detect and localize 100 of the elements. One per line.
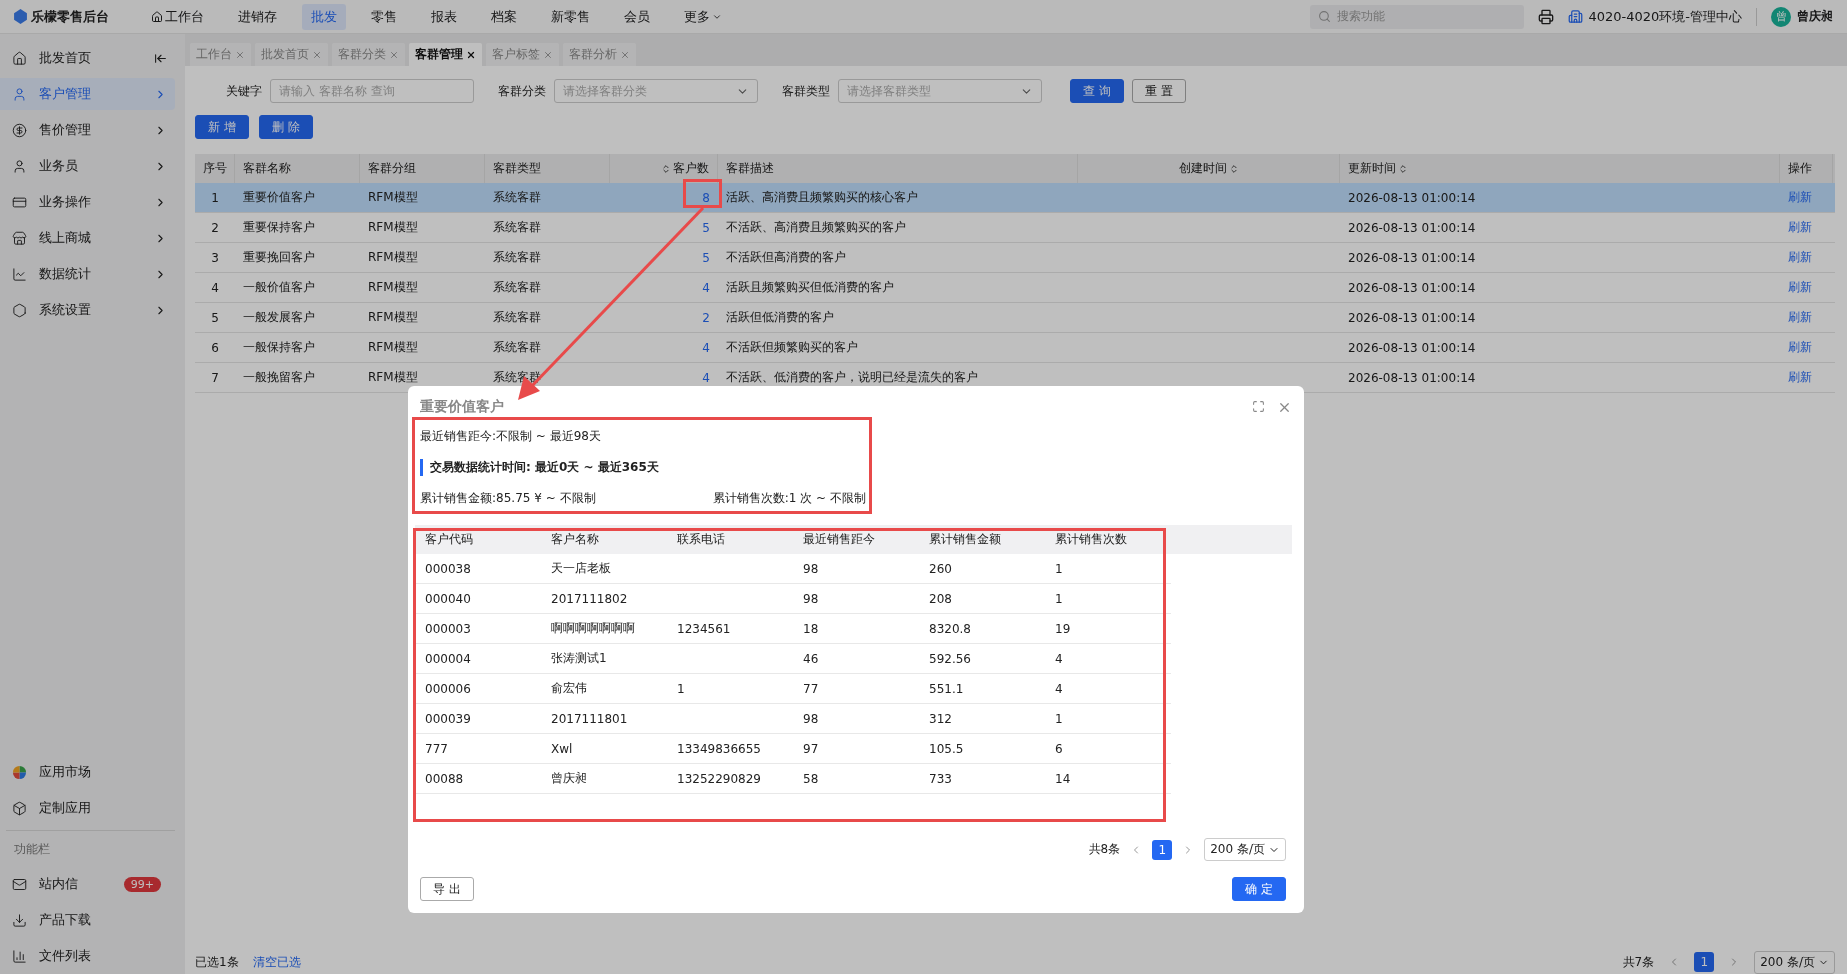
table-cell-text: 重要挽回客户 — [242, 249, 316, 266]
table-cell-text: 重要价值客户 — [242, 189, 316, 206]
user-name[interactable]: 曾庆昶 — [1797, 8, 1833, 25]
page-size-select[interactable]: 200 条/页 — [1204, 838, 1286, 861]
page-number[interactable]: 1 — [1152, 839, 1173, 860]
table-cell: 1 — [1045, 554, 1171, 584]
table-cell: 张涛测试1 — [541, 644, 667, 674]
table-cell-text: 不活跃、高消费且频繁购买的客户 — [725, 219, 907, 236]
sidebar-item[interactable]: 客户管理 — [0, 78, 175, 110]
export-button[interactable]: 导 出 — [420, 877, 474, 901]
hexagon-icon — [12, 302, 27, 318]
filter-label: 客群类型 — [781, 82, 831, 100]
refresh-link[interactable]: 刷新 — [1780, 333, 1833, 362]
sidebar-item[interactable]: 线上商城 — [0, 222, 175, 254]
table-cell: 13252290829 — [667, 764, 793, 794]
fullscreen-icon[interactable] — [1252, 399, 1265, 413]
nav-tab[interactable]: 更多 — [675, 3, 731, 30]
sidebar-item[interactable]: 系统设置 — [0, 294, 175, 326]
table-cell: 俞宏伟 — [541, 674, 667, 704]
printer-icon[interactable] — [1538, 8, 1555, 25]
refresh-link[interactable]: 刷新 — [1780, 213, 1833, 242]
sort-icon[interactable] — [661, 163, 671, 174]
table-cell: 777 — [415, 734, 541, 764]
table-cell-text: 不活跃但频繁购买的客户 — [725, 339, 859, 356]
table-cell-text: 2026-08-13 01:00:14 — [1347, 219, 1477, 237]
environment-label[interactable]: 4020-4020环境-管理中心 — [1568, 7, 1757, 26]
table-cell-text: 1 — [210, 189, 220, 207]
column-header: 客户代码 — [424, 531, 474, 548]
table-cell: 105.5 — [919, 734, 1045, 764]
sidebar-item[interactable]: 业务操作 — [0, 186, 175, 218]
bar-chart-icon — [12, 948, 27, 964]
table-cell: 000040 — [415, 584, 541, 614]
table-cell-text: 2026-08-13 01:00:14 — [1347, 189, 1477, 207]
refresh-link[interactable]: 刷新 — [1780, 243, 1833, 272]
refresh-link[interactable]: 刷新 — [1780, 363, 1833, 392]
delete-button[interactable]: 删 除 — [258, 115, 313, 139]
sort-icon[interactable] — [1398, 163, 1408, 174]
clear-selection-link[interactable]: 清空已选 — [252, 953, 301, 971]
table-cell: 000004 — [415, 644, 541, 674]
count-link[interactable]: 2 — [610, 303, 718, 332]
table-cell: 00088 — [415, 764, 541, 794]
criteria-text: 最近销售距今:不限制 ~ 最近98天 — [420, 428, 602, 445]
table-cell: 000038 — [415, 554, 541, 584]
sidebar-item[interactable]: 应用市场 — [0, 756, 175, 788]
sidebar-item[interactable]: 批发首页 — [0, 42, 175, 74]
home-icon — [151, 10, 163, 23]
nav-tab[interactable]: 进销存 — [229, 3, 286, 30]
table-cell-text: 2026-08-13 01:00:14 — [1347, 249, 1477, 267]
table-cell-text: RFM模型 — [367, 189, 419, 206]
cube-icon — [12, 800, 27, 816]
download-icon — [12, 912, 27, 928]
nav-tab[interactable]: 报表 — [422, 3, 466, 30]
nav-tab[interactable]: 零售 — [362, 3, 406, 30]
table-cell: 4 — [1045, 644, 1171, 674]
page-tab[interactable]: 客群管理 — [409, 43, 482, 66]
sidebar-item[interactable]: 站内信 99+ — [0, 868, 175, 900]
query-button[interactable]: 查 询 — [1070, 79, 1124, 103]
brand-logo: 乐檬零售后台 — [14, 7, 142, 26]
sidebar-item[interactable]: 产品下载 — [0, 904, 175, 936]
refresh-link[interactable]: 刷新 — [1780, 273, 1833, 302]
add-button[interactable]: 新 增 — [195, 115, 249, 139]
sidebar-item[interactable]: 售价管理 — [0, 114, 175, 146]
page-size-select[interactable]: 200 条/页 — [1754, 950, 1835, 974]
confirm-button[interactable]: 确 定 — [1232, 877, 1286, 901]
close-icon[interactable] — [466, 49, 476, 60]
total-count: 共7条 — [1622, 953, 1655, 971]
refresh-link[interactable]: 刷新 — [1780, 303, 1833, 332]
table-cell-text: 2026-08-13 01:00:14 — [1347, 309, 1477, 327]
sidebar-item[interactable]: 业务员 — [0, 150, 175, 182]
collapse-icon[interactable] — [154, 51, 167, 65]
table-cell: 733 — [919, 764, 1045, 794]
sidebar-item[interactable]: 文件列表 — [0, 940, 175, 972]
count-link[interactable]: 4 — [610, 333, 718, 362]
page-number[interactable]: 1 — [1694, 952, 1715, 972]
count-link[interactable]: 5 — [610, 243, 718, 272]
nav-tab[interactable]: 工作台 — [142, 3, 213, 30]
card-icon — [12, 194, 27, 210]
count-link[interactable]: 5 — [610, 213, 718, 242]
table-cell-text: 不活跃、低消费的客户，说明已经是流失的客户 — [725, 369, 979, 386]
table-cell: 260 — [919, 554, 1045, 584]
nav-tab[interactable]: 会员 — [615, 3, 659, 30]
column-header: 累计销售次数 — [1054, 531, 1128, 548]
table-cell: 98 — [793, 554, 919, 584]
table-cell-text: 系统客群 — [492, 279, 542, 296]
table-cell-text: 不活跃但高消费的客户 — [725, 249, 847, 266]
sidebar-item[interactable]: 数据统计 — [0, 258, 175, 290]
user-icon — [12, 158, 27, 174]
home-icon — [12, 50, 27, 66]
table-cell: 18 — [793, 614, 919, 644]
nav-tab[interactable]: 新零售 — [542, 3, 599, 30]
reset-button[interactable]: 重 置 — [1131, 79, 1186, 103]
count-link[interactable]: 4 — [610, 273, 718, 302]
pinwheel-icon — [12, 764, 27, 780]
sort-icon[interactable] — [1228, 163, 1239, 174]
table-cell: 6 — [1045, 734, 1171, 764]
nav-tab[interactable]: 档案 — [482, 3, 526, 30]
sidebar-item[interactable]: 定制应用 — [0, 792, 175, 824]
table-cell-text: RFM模型 — [367, 369, 419, 386]
table-cell: 8320.8 — [919, 614, 1045, 644]
table-cell: 312 — [919, 704, 1045, 734]
